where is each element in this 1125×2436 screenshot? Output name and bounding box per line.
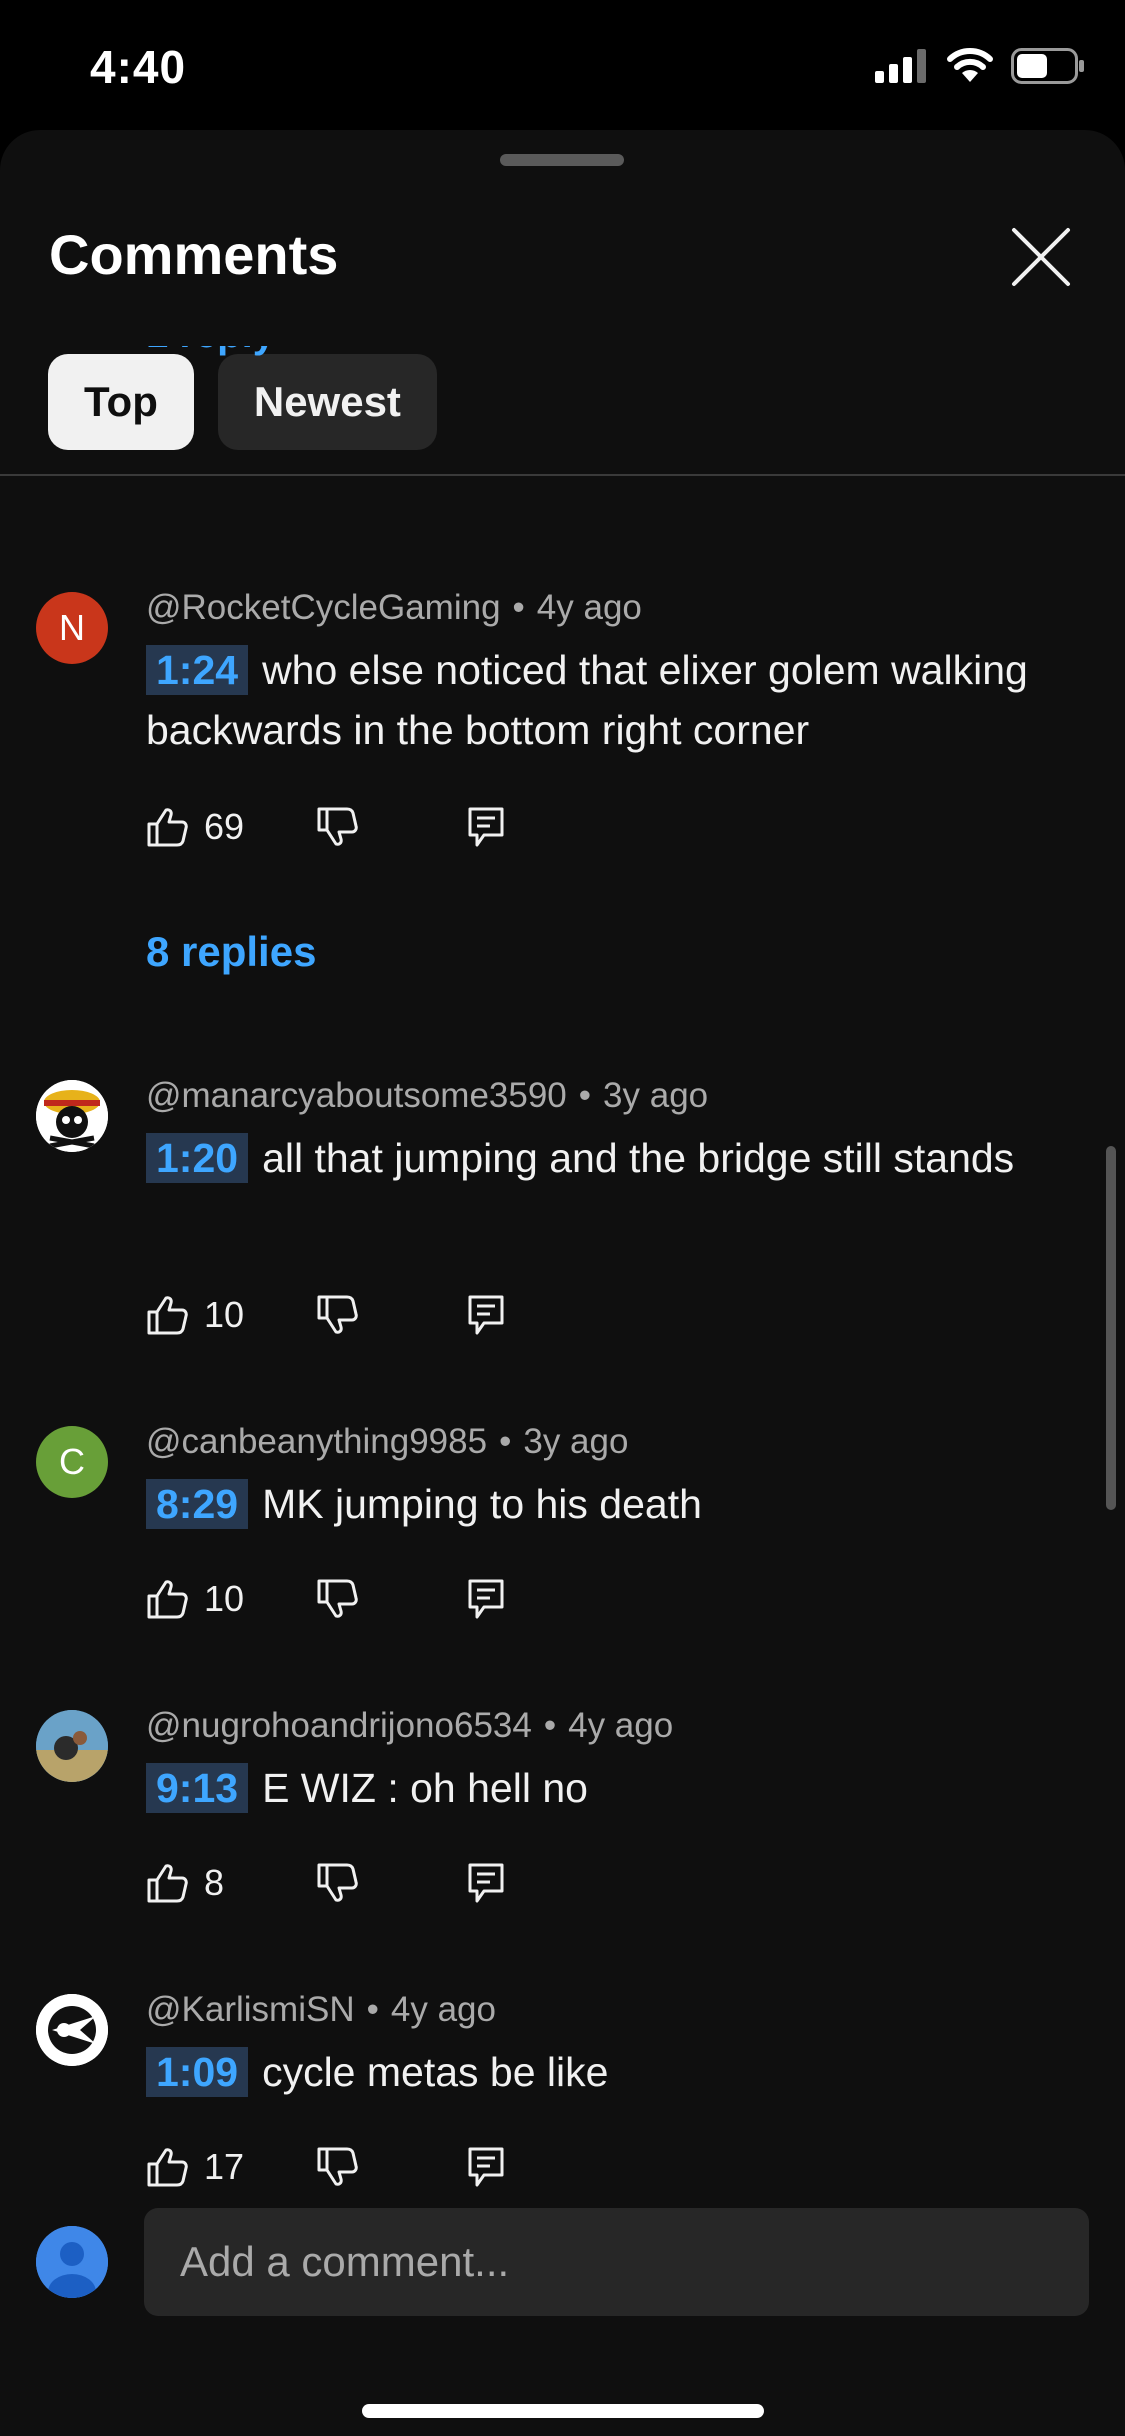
timestamp-link[interactable]: 8:29 xyxy=(146,1479,249,1529)
reply-button[interactable] xyxy=(468,1863,504,1903)
like-count: 17 xyxy=(204,2146,245,2187)
like-button[interactable]: 10 xyxy=(146,1578,244,1620)
dislike-button[interactable] xyxy=(316,1863,358,1903)
comment-text: 1:09 cycle metas be like xyxy=(146,2042,1046,2102)
comment-composer xyxy=(0,2188,1125,2436)
comment-body: MK jumping to his death xyxy=(262,1481,702,1527)
like-button[interactable]: 10 xyxy=(146,1294,244,1336)
comment-header: @canbeanything9985 • 3y ago xyxy=(146,1422,629,1461)
comment-body: all that jumping and the bridge still st… xyxy=(262,1135,1015,1181)
comment-reply-icon xyxy=(468,2147,504,2187)
comment-reply-icon xyxy=(468,1579,504,1619)
avatar-letter: C xyxy=(59,1441,85,1482)
sheet-title: Comments xyxy=(49,223,339,286)
avatar[interactable] xyxy=(36,1710,108,1782)
timestamp-link[interactable]: 9:13 xyxy=(146,1763,249,1813)
avatar[interactable]: N xyxy=(36,592,108,664)
reply-button[interactable] xyxy=(468,807,504,847)
like-button[interactable]: 17 xyxy=(146,2146,244,2188)
comment-age: 3y ago xyxy=(523,1422,629,1461)
comment-header: @RocketCycleGaming • 4y ago xyxy=(146,588,642,627)
comment-reply-icon xyxy=(468,1295,504,1335)
cellular-signal-icon xyxy=(875,49,926,83)
like-button[interactable]: 8 xyxy=(146,1862,224,1904)
replies-link-partial[interactable]: 1 reply xyxy=(146,346,275,357)
thumbs-down-icon xyxy=(317,1579,358,1618)
thumbs-down-icon xyxy=(317,2147,358,2186)
comment-actions: 10 xyxy=(146,1294,504,1336)
like-button[interactable]: 69 xyxy=(146,806,244,848)
user-avatar-icon xyxy=(36,2226,108,2298)
scrollbar[interactable] xyxy=(1106,1146,1116,1510)
comment-body: cycle metas be like xyxy=(262,2049,609,2095)
thumbs-down-icon xyxy=(317,1295,358,1334)
status-bar: 4:40 xyxy=(0,0,1125,130)
timestamp-link[interactable]: 1:09 xyxy=(146,2047,249,2097)
user-avatar[interactable] xyxy=(36,2226,108,2298)
like-count: 10 xyxy=(204,1294,245,1335)
comment-header: @KarlismiSN • 4y ago xyxy=(146,1990,496,2029)
comment-actions: 10 xyxy=(146,1578,504,1620)
avatar[interactable] xyxy=(36,1994,108,2066)
logo-avatar-icon xyxy=(36,1994,108,2066)
reply-button[interactable] xyxy=(468,1579,504,1619)
like-count: 69 xyxy=(204,806,245,847)
comment-actions: 8 xyxy=(146,1862,504,1904)
comment-body: who else noticed that elixer golem walki… xyxy=(146,647,1028,753)
reply-button[interactable] xyxy=(468,2147,504,2187)
like-count: 8 xyxy=(204,1862,225,1903)
comment-author[interactable]: @manarcyaboutsome3590 xyxy=(146,1076,567,1115)
wifi-icon xyxy=(947,48,993,82)
comment-text: 9:13 E WIZ : oh hell no xyxy=(146,1758,1046,1818)
photo-avatar-icon xyxy=(36,1710,108,1782)
thumbs-down-icon xyxy=(317,1863,358,1902)
dislike-button[interactable] xyxy=(316,2147,358,2187)
dislike-button[interactable] xyxy=(316,1579,358,1619)
thumbs-down-icon xyxy=(317,807,358,846)
comment-reply-icon xyxy=(468,807,504,847)
avatar[interactable]: C xyxy=(36,1426,108,1498)
comment-text: 1:20 all that jumping and the bridge stil… xyxy=(146,1128,1046,1188)
add-comment-input[interactable] xyxy=(144,2208,1089,2316)
comment-author[interactable]: @canbeanything9985 xyxy=(146,1422,487,1461)
dislike-button[interactable] xyxy=(316,1295,358,1335)
thumbs-up-icon xyxy=(147,1580,188,1619)
thumbs-up-icon xyxy=(147,1864,188,1903)
comment-age: 4y ago xyxy=(568,1706,674,1745)
comment-actions: 17 xyxy=(146,2146,504,2188)
home-indicator xyxy=(362,2404,764,2418)
comment-author[interactable]: @nugrohoandrijono6534 xyxy=(146,1706,532,1745)
close-button[interactable] xyxy=(1010,226,1072,288)
thumbs-up-icon xyxy=(147,1296,188,1335)
reply-button[interactable] xyxy=(468,1295,504,1335)
thumbs-up-icon xyxy=(147,2148,188,2187)
status-icons xyxy=(875,48,1085,84)
timestamp-link[interactable]: 1:20 xyxy=(146,1133,249,1183)
avatar-letter: N xyxy=(59,607,85,648)
comment-author[interactable]: @RocketCycleGaming xyxy=(146,588,501,627)
avatar[interactable] xyxy=(36,1080,108,1152)
comment-header: @nugrohoandrijono6534 • 4y ago xyxy=(146,1706,674,1745)
thumbs-up-icon xyxy=(147,808,188,847)
comment-text: 1:24 who else noticed that elixer golem w… xyxy=(146,640,1046,760)
comment-header: @manarcyaboutsome3590 • 3y ago xyxy=(146,1076,709,1115)
comment-age: 4y ago xyxy=(536,588,642,627)
replies-link[interactable]: 8 replies xyxy=(146,928,316,976)
battery-icon xyxy=(1011,48,1084,84)
comment-author[interactable]: @KarlismiSN xyxy=(146,1990,355,2029)
comment-actions: 69 xyxy=(146,806,504,848)
status-time: 4:40 xyxy=(90,41,187,93)
comment-list[interactable]: 1 reply N @RocketCycleGaming•4y ago 1:24… xyxy=(0,346,1125,2188)
comment-age: 3y ago xyxy=(603,1076,709,1115)
timestamp-link[interactable]: 1:24 xyxy=(146,645,249,695)
comment-reply-icon xyxy=(468,1863,504,1903)
dislike-button[interactable] xyxy=(316,807,358,847)
comment-text: 8:29 MK jumping to his death xyxy=(146,1474,1046,1534)
comment-body: E WIZ : oh hell no xyxy=(262,1765,588,1811)
sheet-grabber[interactable] xyxy=(500,154,624,166)
skull-avatar-icon xyxy=(36,1080,108,1152)
like-count: 10 xyxy=(204,1578,245,1619)
close-icon xyxy=(1012,228,1070,286)
comment-age: 4y ago xyxy=(390,1990,496,2029)
